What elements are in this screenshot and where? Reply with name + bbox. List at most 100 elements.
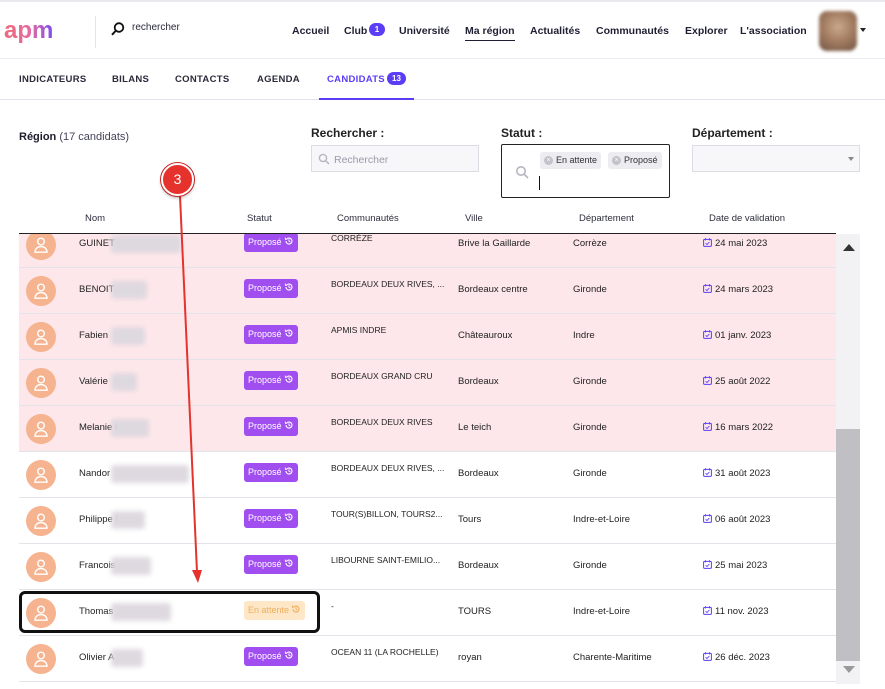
chip-label: En attente xyxy=(556,155,598,165)
tab-indicateurs[interactable]: INDICATEURS xyxy=(19,74,87,85)
calendar-icon xyxy=(703,422,712,431)
user-icon xyxy=(34,559,48,575)
table-row[interactable]: Philippe I Proposé TOUR(S)BILLON, TOURS2..… xyxy=(19,498,836,544)
tab-bilans[interactable]: BILANS xyxy=(112,74,149,85)
status-badge[interactable]: Proposé xyxy=(244,371,298,390)
table-row[interactable]: Valérie Proposé BORDEAUX GRAND CRU Bordeaux… xyxy=(19,360,836,406)
search-icon[interactable] xyxy=(110,21,126,37)
city: Bordeaux centre xyxy=(458,284,528,295)
nav-universite[interactable]: Université xyxy=(399,25,450,37)
column-header-communautes[interactable]: Communautés xyxy=(337,213,399,224)
city: Bordeaux xyxy=(458,376,499,387)
chip-label: Proposé xyxy=(624,155,658,165)
candidate-name[interactable]: Nandor xyxy=(79,468,110,479)
table-row[interactable]: Nandor Proposé BORDEAUX DEUX RIVES, ... Bor… xyxy=(19,452,836,498)
candidate-name[interactable]: Francois xyxy=(79,560,115,571)
status-badge[interactable]: Proposé xyxy=(244,325,298,344)
date-text: 24 mai 2023 xyxy=(715,238,768,249)
statut-chip-propose[interactable]: × Proposé xyxy=(608,152,662,169)
redacted-surname xyxy=(111,511,145,529)
history-icon xyxy=(284,421,293,429)
status-badge[interactable]: Proposé xyxy=(244,234,298,252)
status-badge[interactable]: Proposé xyxy=(244,555,298,574)
departement-select[interactable] xyxy=(692,145,860,172)
status-label: Proposé xyxy=(248,467,282,477)
date-text: 11 nov. 2023 xyxy=(715,606,769,617)
avatar[interactable] xyxy=(26,322,56,352)
nav-ma-region[interactable]: Ma région xyxy=(465,25,515,41)
candidate-name[interactable]: GUINET xyxy=(79,238,115,249)
nav-actualites[interactable]: Actualités xyxy=(530,25,580,37)
chevron-down-icon[interactable] xyxy=(860,28,866,32)
table-row[interactable]: Francois Proposé LIBOURNE SAINT-EMILIO... B… xyxy=(19,544,836,590)
community-name: CORRÈZE xyxy=(331,234,373,243)
column-header-nom[interactable]: Nom xyxy=(85,213,105,224)
statut-chip-en-attente[interactable]: × En attente xyxy=(540,152,602,169)
history-icon xyxy=(284,467,293,475)
nav-communautes[interactable]: Communautés xyxy=(596,25,669,37)
tab-candidats[interactable]: CANDIDATS xyxy=(327,74,385,85)
avatar[interactable] xyxy=(26,276,56,306)
column-header-departement[interactable]: Département xyxy=(579,213,634,224)
close-icon[interactable]: × xyxy=(612,156,621,165)
text-cursor xyxy=(539,176,540,190)
avatar[interactable] xyxy=(26,368,56,398)
scroll-down-arrow-icon[interactable] xyxy=(843,666,855,673)
avatar[interactable] xyxy=(26,414,56,444)
apm-logo[interactable]: apm xyxy=(4,16,76,46)
column-header-statut[interactable]: Statut xyxy=(247,213,272,224)
close-icon[interactable]: × xyxy=(544,156,553,165)
candidate-name[interactable]: Olivier A xyxy=(79,652,114,663)
tab-agenda[interactable]: AGENDA xyxy=(257,74,300,85)
status-label: Proposé xyxy=(248,375,282,385)
history-icon xyxy=(284,329,293,337)
status-badge[interactable]: Proposé xyxy=(244,509,298,528)
history-icon xyxy=(284,651,293,659)
column-header-ville[interactable]: Ville xyxy=(465,213,483,224)
statut-multiselect[interactable]: × En attente × Proposé xyxy=(501,144,670,198)
candidate-search-field[interactable]: Rechercher xyxy=(311,145,479,172)
user-icon xyxy=(34,467,48,483)
table-row[interactable]: GUINET Proposé CORRÈZE Brive la Gaillarde Co… xyxy=(19,234,836,268)
validation-date: 16 mars 2022 xyxy=(703,422,773,433)
avatar[interactable] xyxy=(26,644,56,674)
departement-label: Département : xyxy=(692,126,773,140)
avatar[interactable] xyxy=(26,234,56,260)
status-badge[interactable]: Proposé xyxy=(244,463,298,482)
candidats-count-badge: 13 xyxy=(387,72,406,85)
candidate-name[interactable]: Valérie xyxy=(79,376,108,387)
status-label: Proposé xyxy=(248,651,282,661)
table-row[interactable]: Olivier A Proposé OCEAN 11 (LA ROCHELLE) ro… xyxy=(19,636,836,682)
avatar[interactable] xyxy=(26,552,56,582)
avatar[interactable] xyxy=(26,506,56,536)
avatar[interactable] xyxy=(26,460,56,490)
user-icon xyxy=(34,283,48,299)
tab-contacts[interactable]: CONTACTS xyxy=(175,74,229,85)
nav-association[interactable]: L'association xyxy=(740,25,807,37)
calendar-icon xyxy=(703,284,712,293)
table-row[interactable]: BENOIT Proposé BORDEAUX DEUX RIVES, ... Bor… xyxy=(19,268,836,314)
candidate-name[interactable]: Fabien xyxy=(79,330,108,341)
status-badge[interactable]: Proposé xyxy=(244,647,298,666)
status-badge[interactable]: Proposé xyxy=(244,279,298,298)
table-row[interactable]: Melanie I Proposé BORDEAUX DEUX RIVES Le te… xyxy=(19,406,836,452)
redacted-surname xyxy=(111,281,147,299)
table-row[interactable]: Fabien Proposé APMIS INDRE Châteauroux Indre… xyxy=(19,314,836,360)
column-header-date[interactable]: Date de validation xyxy=(709,213,785,224)
date-text: 26 déc. 2023 xyxy=(715,652,770,663)
nav-club[interactable]: Club xyxy=(344,25,367,37)
status-badge[interactable]: Proposé xyxy=(244,417,298,436)
user-avatar[interactable] xyxy=(819,11,857,51)
region-heading: Région (17 candidats) xyxy=(19,131,129,143)
nav-accueil[interactable]: Accueil xyxy=(292,25,329,37)
search-input[interactable]: rechercher xyxy=(132,22,180,33)
scroll-up-arrow-icon[interactable] xyxy=(843,244,855,251)
validation-date: 26 déc. 2023 xyxy=(703,652,770,663)
status-label: Proposé xyxy=(248,283,282,293)
date-text: 31 août 2023 xyxy=(715,468,771,479)
departement: Gironde xyxy=(573,560,607,571)
candidate-name[interactable]: BENOIT xyxy=(79,284,114,295)
redacted-surname xyxy=(111,557,151,575)
nav-explorer[interactable]: Explorer xyxy=(685,25,728,37)
scrollbar-thumb[interactable] xyxy=(836,429,860,661)
